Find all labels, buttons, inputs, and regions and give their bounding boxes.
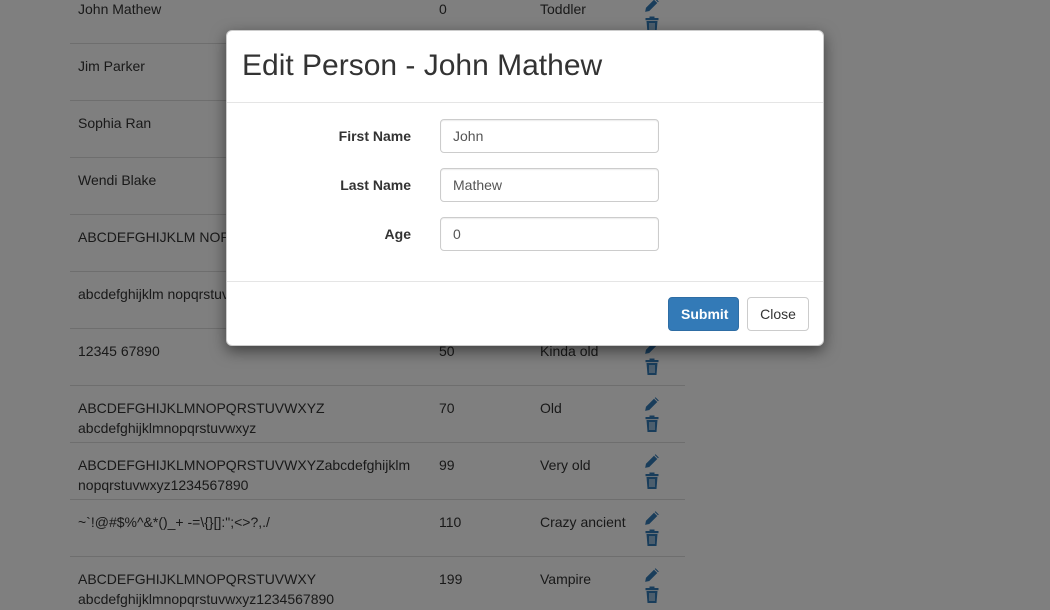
close-button[interactable]: Close xyxy=(747,297,809,331)
modal-title: Edit Person - John Mathew xyxy=(242,49,603,82)
first-name-row: First Name xyxy=(227,119,825,155)
page: John Mathew 0 Toddler Jim Parker Sophia … xyxy=(0,0,1050,610)
last-name-row: Last Name xyxy=(227,168,825,204)
edit-person-modal: Edit Person - John Mathew First Name Las… xyxy=(226,30,824,346)
first-name-input[interactable] xyxy=(440,119,659,153)
age-row: Age xyxy=(227,217,825,253)
first-name-label: First Name xyxy=(338,128,411,144)
modal-footer: Submit Close xyxy=(227,281,823,347)
submit-button[interactable]: Submit xyxy=(668,297,739,331)
last-name-label: Last Name xyxy=(340,177,411,193)
age-input[interactable] xyxy=(440,217,659,251)
age-label: Age xyxy=(384,226,411,242)
modal-header: Edit Person - John Mathew xyxy=(227,31,823,103)
last-name-input[interactable] xyxy=(440,168,659,202)
